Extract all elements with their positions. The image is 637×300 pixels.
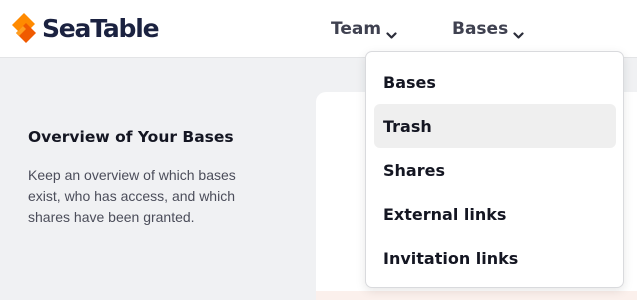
menu-item-bases[interactable]: Bases — [374, 60, 616, 104]
section-description: Keep an overview of which bases exist, w… — [28, 167, 236, 225]
logo-wordmark: SeaTable — [42, 14, 160, 43]
top-navigation-bar: SeaTable Team Bases — [0, 0, 637, 58]
chevron-down-icon — [386, 25, 397, 39]
intro-section: Overview of Your Bases Keep an overview … — [28, 126, 268, 228]
nav-bases-label: Bases — [452, 19, 509, 39]
nav-team[interactable]: Team — [331, 17, 397, 41]
menu-item-invitation-links[interactable]: Invitation links — [374, 236, 616, 280]
seatable-logo-icon — [10, 11, 38, 47]
menu-item-label: Trash — [383, 116, 432, 136]
nav-bases[interactable]: Bases — [452, 17, 524, 41]
menu-item-external-links[interactable]: External links — [374, 192, 616, 236]
menu-item-label: Shares — [383, 160, 445, 180]
card-bottom-strip — [316, 291, 637, 300]
nav-team-label: Team — [331, 19, 382, 39]
menu-item-trash[interactable]: Trash — [374, 104, 616, 148]
menu-item-label: External links — [383, 204, 507, 224]
seatable-logo[interactable]: SeaTable — [10, 10, 160, 48]
bases-dropdown-menu: Bases Trash Shares External links Invita… — [365, 51, 624, 288]
section-title: Overview of Your Bases — [28, 128, 234, 146]
menu-item-shares[interactable]: Shares — [374, 148, 616, 192]
menu-item-label: Bases — [383, 72, 436, 92]
menu-item-label: Invitation links — [383, 248, 519, 268]
chevron-down-icon — [513, 25, 524, 39]
